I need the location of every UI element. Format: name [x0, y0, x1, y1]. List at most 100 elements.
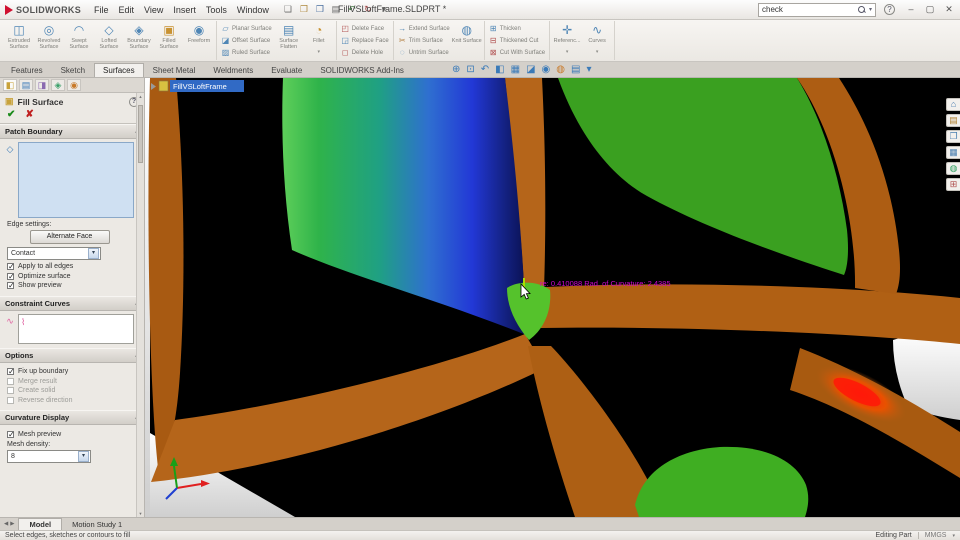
appearances-icon[interactable]: ◍ — [946, 162, 960, 175]
ribbon-button[interactable]: → Extend Surface — [396, 23, 452, 35]
search-icon[interactable] — [857, 5, 866, 14]
checkbox[interactable]: Apply to all edges — [7, 262, 134, 271]
zoom-area-icon[interactable]: ⊡ — [466, 64, 474, 76]
ribbon-button[interactable]: ∿ Curves ▾ — [582, 21, 612, 60]
commandmanager-tab[interactable]: Evaluate — [262, 63, 311, 77]
units-label[interactable]: MMGS — [925, 532, 947, 539]
close-icon[interactable]: ✕ — [943, 4, 955, 15]
checkbox[interactable]: Optimize surface — [7, 272, 134, 281]
ribbon-button[interactable]: ◉ Freeform — [184, 21, 214, 60]
display-manager-tab-icon[interactable]: ◉ — [67, 79, 81, 91]
new-file-icon[interactable]: ❏ — [282, 4, 294, 15]
zoom-fit-icon[interactable]: ⊕ — [452, 64, 460, 76]
ribbon-button[interactable]: ◠ Swept Surface — [64, 21, 94, 60]
section-header-curvature-display[interactable]: Curvature Display — [0, 410, 144, 425]
ribbon-button[interactable]: ◰ Delete Face — [339, 23, 391, 35]
graphics-viewport[interactable]: re: 0.410088 Rad. of Curvature: 2.4385 F… — [145, 78, 960, 517]
scrollbar-thumb[interactable] — [138, 105, 143, 163]
units-chevron-icon[interactable]: ▾ — [952, 533, 955, 539]
constraint-curves-selection-list[interactable]: ⌇ — [18, 313, 134, 344]
tab-scroll-left-icon[interactable]: ◀ — [4, 521, 8, 527]
panel-scrollbar[interactable]: ▲ ▼ — [136, 93, 144, 517]
section-view-icon[interactable]: ◧ — [495, 64, 504, 76]
ribbon-button[interactable]: ▤ Surface Flatten — [274, 21, 304, 60]
featuremanager-tab-icon[interactable]: ▤ — [19, 79, 33, 91]
curvature-control-select[interactable]: Contact ▾ — [7, 247, 101, 260]
minimize-icon[interactable]: – — [905, 4, 917, 15]
checkbox[interactable]: Create solid — [7, 387, 134, 394]
ribbon-button[interactable]: ✂ Trim Surface — [396, 35, 452, 47]
ribbon-button[interactable]: ▨ Ruled Surface — [219, 47, 274, 59]
ribbon-button[interactable]: ◌ Untrim Surface — [396, 47, 452, 59]
section-header-patch-boundary[interactable]: Patch Boundary — [0, 124, 144, 139]
flyout-part-name[interactable]: FillVSLoftFrame — [173, 82, 227, 91]
model-view[interactable]: re: 0.410088 Rad. of Curvature: 2.4385 F… — [145, 78, 960, 517]
menu-item[interactable]: Insert — [168, 3, 201, 17]
view-palette-icon[interactable]: ▦ — [946, 146, 960, 159]
commandmanager-tab[interactable]: Features — [2, 63, 52, 77]
ribbon-button[interactable]: ⊞ Thicken — [487, 23, 547, 35]
flyout-feature-tree[interactable]: FillVSLoftFrame — [151, 80, 244, 92]
save-icon[interactable]: ❒ — [314, 4, 326, 15]
scroll-up-icon[interactable]: ▲ — [139, 94, 143, 99]
commandmanager-tab[interactable]: Sheet Metal — [144, 63, 205, 77]
ribbon-button[interactable]: ⊟ Thickened Cut — [487, 35, 547, 47]
menu-item[interactable]: Window — [232, 3, 274, 17]
maximize-icon[interactable]: ▢ — [924, 4, 936, 15]
ribbon-button[interactable]: ◪ Offset Surface — [219, 35, 274, 47]
ok-button[interactable]: ✔ — [7, 109, 15, 120]
ribbon-button[interactable]: ◔ Fillet ▾ — [304, 21, 334, 60]
checkbox[interactable]: Show preview — [7, 281, 134, 290]
open-file-icon[interactable]: ❐ — [298, 4, 310, 15]
ribbon-button[interactable]: ◫ Extruded Surface — [4, 21, 34, 60]
help-icon[interactable]: ? — [884, 4, 895, 15]
menu-item[interactable]: Edit — [114, 3, 140, 17]
menu-item[interactable]: View — [139, 3, 168, 17]
checkbox[interactable]: Merge result — [7, 377, 134, 385]
propertymanager-tab-icon[interactable]: ◧ — [3, 79, 17, 91]
ribbon-button[interactable]: ▣ Filled Surface — [154, 21, 184, 60]
apply-scene-icon[interactable]: ▤ — [571, 64, 580, 76]
checkbox[interactable]: Fix up boundary — [7, 367, 134, 376]
menu-item[interactable]: File — [89, 3, 114, 17]
scroll-down-icon[interactable]: ▼ — [139, 511, 143, 516]
checkbox[interactable]: Reverse direction — [7, 396, 134, 404]
search-input[interactable] — [762, 5, 855, 14]
dock-tab[interactable]: Motion Study 1 — [62, 518, 132, 530]
previous-view-icon[interactable]: ↶ — [481, 64, 489, 76]
cancel-button[interactable]: ✘ — [25, 109, 33, 120]
ribbon-button[interactable]: ⊠ Cut With Surface — [487, 47, 547, 59]
ribbon-button[interactable]: ◇ Lofted Surface — [94, 21, 124, 60]
configurations-tab-icon[interactable]: ◨ — [35, 79, 49, 91]
ribbon-button[interactable]: ◍ Knit Surface — [452, 21, 482, 60]
hide-show-icon[interactable]: ◉ — [542, 64, 551, 76]
tab-scroll-right-icon[interactable]: ▶ — [10, 521, 14, 527]
edit-appearance-icon[interactable]: ◍ — [556, 64, 565, 76]
dimxpert-tab-icon[interactable]: ◈ — [51, 79, 65, 91]
ribbon-button[interactable]: ◈ Boundary Surface — [124, 21, 154, 60]
solidworks-resources-icon[interactable]: ⌂ — [946, 98, 960, 111]
display-style-icon[interactable]: ◪ — [526, 64, 535, 76]
commandmanager-tab[interactable]: Weldments — [204, 63, 262, 77]
ribbon-button[interactable]: ◎ Revolved Surface — [34, 21, 64, 60]
mesh-density-select[interactable]: 8 ▾ — [7, 449, 91, 463]
search-box[interactable]: ▾ — [758, 2, 876, 17]
menu-item[interactable]: Tools — [201, 3, 232, 17]
dock-tab[interactable]: Model — [18, 518, 63, 530]
alternate-face-button[interactable]: Alternate Face — [29, 230, 110, 244]
checkbox[interactable]: Mesh preview — [7, 430, 134, 439]
view-settings-icon[interactable]: ▾ — [586, 64, 591, 76]
file-explorer-icon[interactable]: ❐ — [946, 130, 960, 143]
section-header-options[interactable]: Options — [0, 347, 144, 363]
ribbon-button[interactable]: ◲ Replace Face — [339, 35, 391, 47]
view-orientation-icon[interactable]: ▦ — [511, 64, 520, 76]
design-library-icon[interactable]: ▤ — [946, 114, 960, 127]
ribbon-button[interactable]: ▱ Planar Surface — [219, 23, 274, 35]
commandmanager-tab[interactable]: Surfaces — [94, 63, 144, 77]
ribbon-button[interactable]: ◻ Delete Hole — [339, 47, 391, 59]
ribbon-button[interactable]: ✛ Referenc... ▾ — [552, 21, 582, 60]
section-header-constraint-curves[interactable]: Constraint Curves — [0, 295, 144, 311]
commandmanager-tab[interactable]: SOLIDWORKS Add-Ins — [311, 63, 413, 77]
search-chevron-down-icon[interactable]: ▾ — [869, 6, 872, 13]
patch-boundary-selection-list[interactable] — [18, 142, 134, 218]
